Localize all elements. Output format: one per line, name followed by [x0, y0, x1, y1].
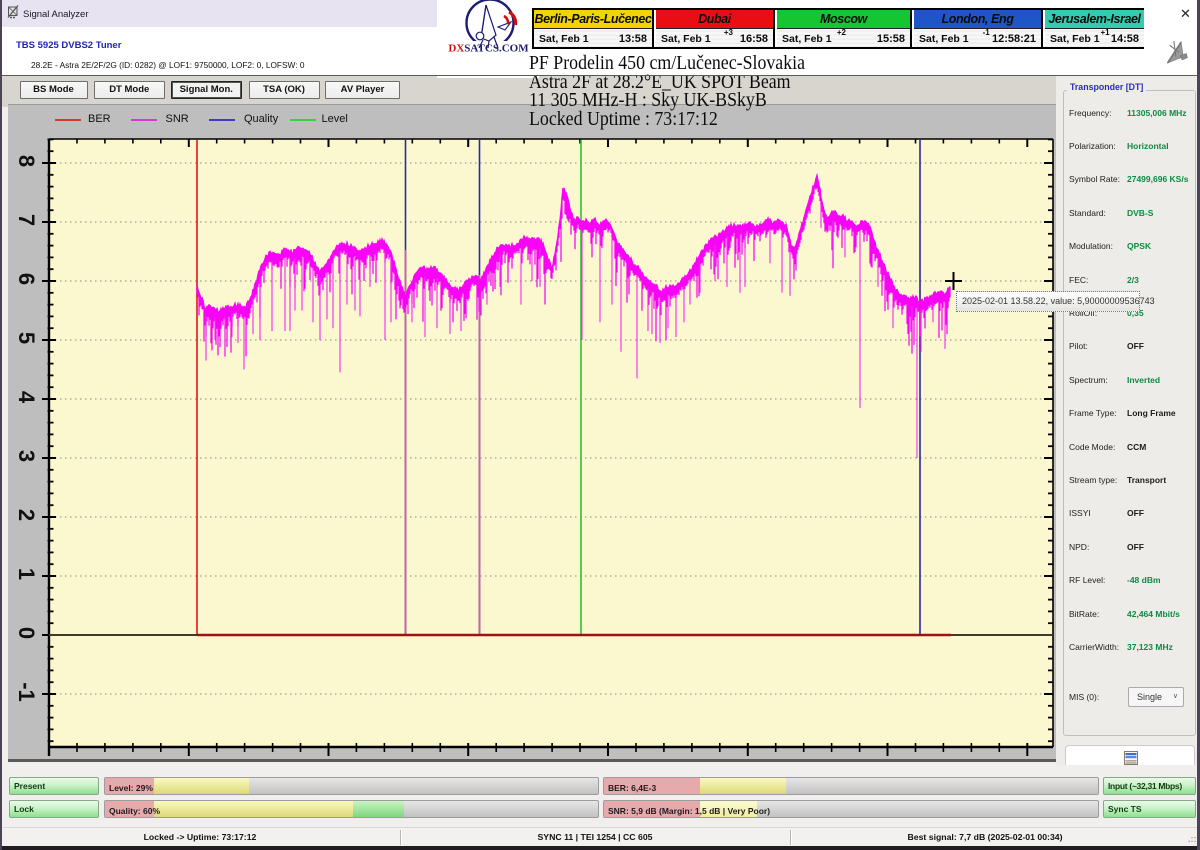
- svg-text:3: 3: [14, 450, 39, 462]
- svg-text:7: 7: [14, 214, 39, 226]
- svg-text:2: 2: [14, 509, 39, 521]
- svg-text:1: 1: [14, 568, 39, 580]
- svg-text:6: 6: [14, 273, 39, 285]
- svg-text:-1: -1: [14, 682, 39, 702]
- svg-text:0: 0: [14, 627, 39, 639]
- svg-text:4: 4: [14, 391, 39, 404]
- svg-text:8: 8: [14, 155, 39, 167]
- svg-text:DXSATCS.COM: DXSATCS.COM: [448, 43, 529, 55]
- svg-text:5: 5: [14, 332, 39, 344]
